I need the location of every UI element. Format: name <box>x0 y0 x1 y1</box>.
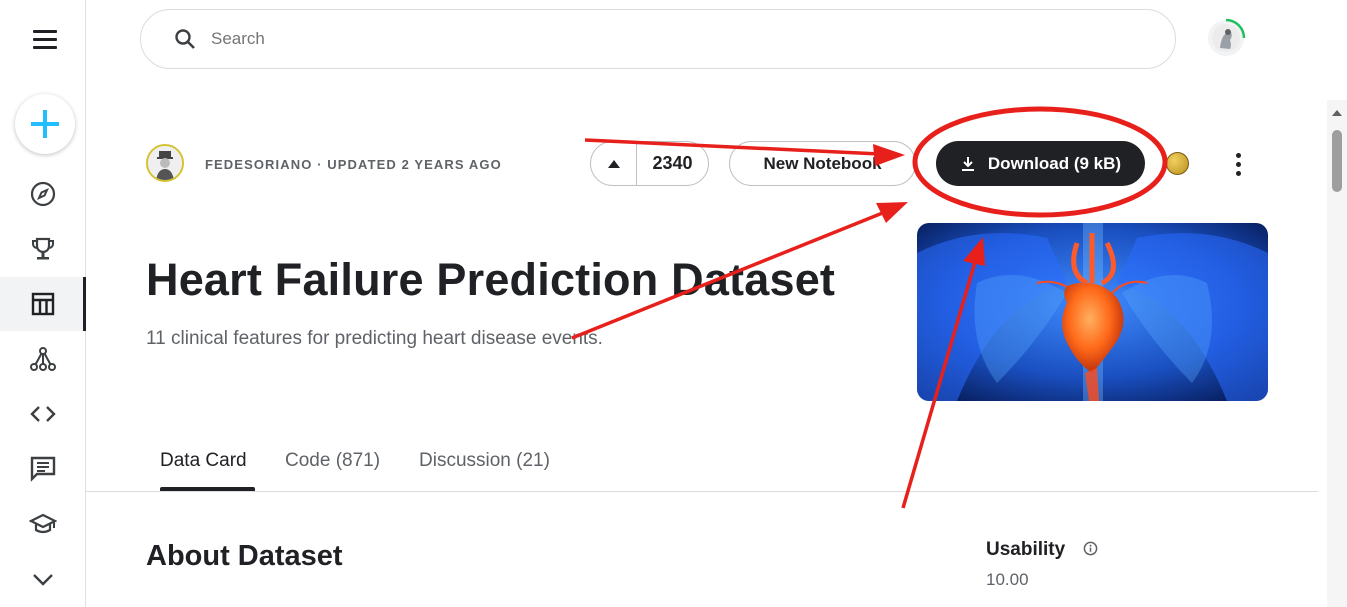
usability-value: 10.00 <box>986 570 1029 589</box>
create-button[interactable] <box>15 94 75 154</box>
sidebar-item-learn[interactable] <box>0 497 86 551</box>
search-input[interactable] <box>211 29 1111 49</box>
dataset-cover-image <box>917 223 1268 401</box>
tab-data-card[interactable]: Data Card <box>160 450 247 472</box>
dataset-tabs: Data Card Code (871) Discussion (21) <box>86 440 1318 492</box>
active-tab-indicator <box>160 487 255 491</box>
compass-icon <box>30 181 56 207</box>
about-dataset-heading: About Dataset <box>146 540 343 572</box>
dataset-title: Heart Failure Prediction Dataset <box>146 254 836 305</box>
scroll-up-arrow[interactable] <box>1332 110 1342 116</box>
more-options-button[interactable] <box>1225 148 1251 180</box>
menu-icon[interactable] <box>33 30 57 50</box>
search-bar[interactable] <box>140 9 1176 69</box>
download-icon <box>961 156 974 171</box>
scroll-thumb[interactable] <box>1332 130 1342 192</box>
sidebar-item-code[interactable] <box>0 387 86 441</box>
user-avatar[interactable] <box>1206 18 1246 58</box>
download-label: Download (9 kB) <box>987 153 1122 173</box>
plus-icon <box>31 110 59 138</box>
school-icon <box>29 513 57 534</box>
sidebar-item-competitions[interactable] <box>0 222 86 276</box>
models-icon <box>30 347 56 371</box>
sidebar-item-discussions[interactable] <box>0 442 86 496</box>
table-icon <box>31 292 55 316</box>
new-notebook-button[interactable]: New Notebook <box>729 141 916 186</box>
sidebar-item-datasets[interactable] <box>0 277 86 331</box>
upvote-widget: 2340 <box>590 141 709 186</box>
tab-code[interactable]: Code (871) <box>285 450 380 472</box>
caret-up-icon <box>607 159 620 168</box>
trophy-icon <box>32 237 54 260</box>
sidebar-item-models[interactable] <box>0 332 86 386</box>
info-icon[interactable] <box>1083 541 1098 556</box>
dataset-subtitle: 11 clinical features for predicting hear… <box>146 328 603 349</box>
upvote-count: 2340 <box>652 153 693 173</box>
usability-label: Usability <box>986 539 1066 560</box>
page-scrollbar[interactable] <box>1327 100 1347 607</box>
comment-icon <box>30 456 56 482</box>
owner-avatar[interactable] <box>146 144 184 182</box>
sidebar-item-explore[interactable] <box>0 167 86 221</box>
search-icon <box>175 29 195 49</box>
tab-discussion[interactable]: Discussion (21) <box>419 450 550 472</box>
owner-updated-text: FEDESORIANO · UPDATED 2 YEARS AGO <box>205 157 502 172</box>
sidebar-item-more[interactable] <box>0 552 86 606</box>
upvote-button[interactable] <box>591 142 637 185</box>
code-icon <box>30 406 56 422</box>
chevron-down-icon <box>33 574 53 586</box>
gold-medal-icon <box>1166 152 1189 175</box>
left-sidebar <box>0 0 86 607</box>
download-button[interactable]: Download (9 kB) <box>936 141 1145 186</box>
